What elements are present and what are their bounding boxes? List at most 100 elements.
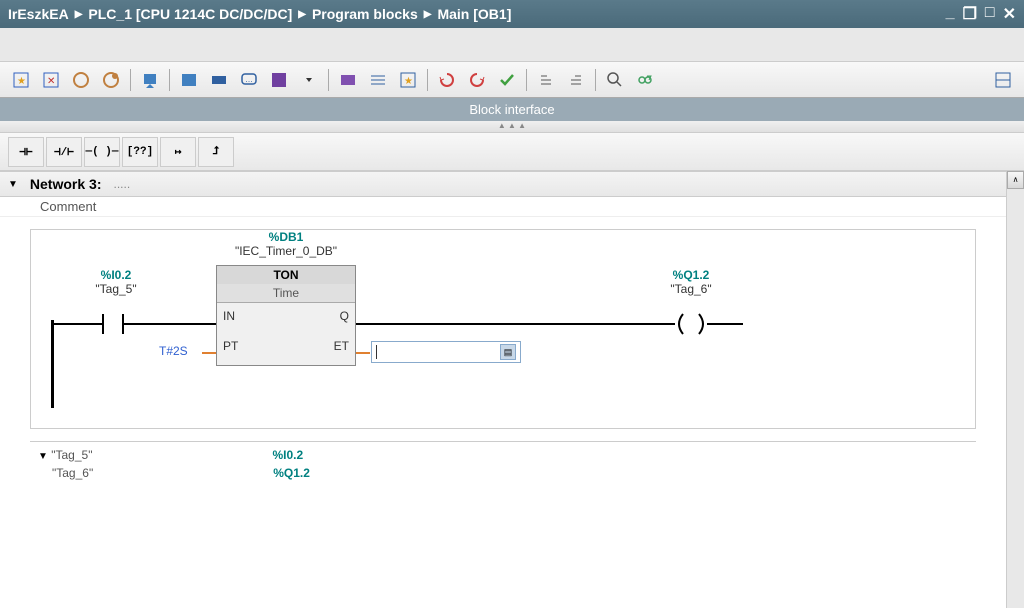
breadcrumb-sep-icon: ▶ xyxy=(75,9,83,20)
collapse-arrow-icon[interactable]: ▼ xyxy=(8,179,18,190)
et-picker-icon[interactable]: ▤ xyxy=(500,344,516,360)
svg-text:…: … xyxy=(245,75,253,84)
monitor-button[interactable] xyxy=(632,67,658,93)
titlebar: IrEszkEA ▶ PLC_1 [CPU 1214C DC/DC/DC] ▶ … xyxy=(0,0,1024,28)
network-title-dots: ..... xyxy=(113,177,130,191)
crossref-addr: %Q1.2 xyxy=(273,466,310,480)
ton-block-type: TON xyxy=(217,266,355,284)
pin-q-label: Q xyxy=(340,309,349,323)
pin-et-label: ET xyxy=(334,339,349,353)
breadcrumb-sep-icon: ▶ xyxy=(298,9,306,20)
split-button[interactable] xyxy=(990,67,1016,93)
et-value-text xyxy=(376,345,377,359)
toolbar-sep xyxy=(427,69,428,91)
check-button[interactable] xyxy=(494,67,520,93)
main-toolbar: ★ ✕ … ★ xyxy=(0,62,1024,98)
toolbar-sep xyxy=(130,69,131,91)
breadcrumb-item[interactable]: Main [OB1] xyxy=(437,6,511,22)
network-header[interactable]: ▼ Network 3: ..... xyxy=(0,171,1006,197)
wire xyxy=(715,323,743,325)
coil-symbol[interactable] xyxy=(665,312,717,342)
breadcrumb[interactable]: IrEszkEA ▶ PLC_1 [CPU 1214C DC/DC/DC] ▶ … xyxy=(8,6,511,22)
breadcrumb-item[interactable]: Program blocks xyxy=(312,6,418,22)
crossref-tag: "Tag_5" xyxy=(51,448,92,462)
ton-block[interactable]: TON Time IN Q PT ET xyxy=(216,265,356,366)
crossref-tag: "Tag_6" xyxy=(52,466,93,480)
outdent-button[interactable] xyxy=(533,67,559,93)
power-rail xyxy=(51,320,54,408)
search-button[interactable] xyxy=(602,67,628,93)
download-button[interactable] xyxy=(137,67,163,93)
comment-button[interactable]: … xyxy=(236,67,262,93)
breadcrumb-item[interactable]: PLC_1 [CPU 1214C DC/DC/DC] xyxy=(88,6,292,22)
empty-box-button[interactable]: [??] xyxy=(122,137,158,167)
minimize-icon[interactable]: _ xyxy=(946,4,955,24)
dropdown-button[interactable] xyxy=(296,67,322,93)
restore-icon[interactable]: ❐ xyxy=(963,4,977,24)
et-value-input[interactable]: ▤ xyxy=(371,341,521,363)
save-button[interactable] xyxy=(176,67,202,93)
toolbar-sep xyxy=(328,69,329,91)
toolbar-sep xyxy=(595,69,596,91)
goto-ref-button[interactable] xyxy=(464,67,490,93)
block-interface-label: Block interface xyxy=(469,102,554,117)
pt-value[interactable]: T#2S xyxy=(159,344,188,358)
toolbar-sep xyxy=(526,69,527,91)
pt-connector xyxy=(202,352,216,354)
ladder-diagram[interactable]: %DB1 "IEC_Timer_0_DB" %I0.2 "Tag_5" %Q1.… xyxy=(30,229,976,429)
db-name: "IEC_Timer_0_DB" xyxy=(206,244,366,258)
contact-address: %I0.2 xyxy=(76,268,156,282)
crossref-row[interactable]: "Tag_6" %Q1.2 xyxy=(30,464,976,482)
toolbar-sep xyxy=(169,69,170,91)
splitter-handle[interactable]: ▲ ▲ ▲ xyxy=(0,121,1024,133)
svg-text:★: ★ xyxy=(404,76,413,87)
print-button[interactable] xyxy=(206,67,232,93)
favorites-button[interactable]: ★ xyxy=(395,67,421,93)
coil-tag-name: "Tag_6" xyxy=(651,282,731,296)
list-button[interactable] xyxy=(365,67,391,93)
normally-open-contact-button[interactable]: ⊣⊢ xyxy=(8,137,44,167)
normally-closed-contact-button[interactable]: ⊣/⊢ xyxy=(46,137,82,167)
open-branch-button[interactable]: ↦ xyxy=(160,137,196,167)
close-branch-button[interactable]: ⮥ xyxy=(198,137,234,167)
update-button[interactable] xyxy=(68,67,94,93)
pin-in-label: IN xyxy=(223,309,235,323)
add-block-button[interactable]: ★ xyxy=(8,67,34,93)
maximize-icon[interactable]: □ xyxy=(985,4,995,24)
ton-block-subtype: Time xyxy=(217,284,355,303)
update-all-button[interactable] xyxy=(98,67,124,93)
expand-arrow-icon[interactable]: ▼ xyxy=(38,451,48,462)
delete-block-button[interactable]: ✕ xyxy=(38,67,64,93)
scroll-up-icon[interactable]: ∧ xyxy=(1007,171,1024,189)
no-contact-symbol[interactable] xyxy=(95,312,133,341)
svg-text:★: ★ xyxy=(17,76,26,87)
editor-content: ▼ Network 3: ..... Comment %DB1 "IEC_Tim… xyxy=(0,171,1006,608)
goto-def-button[interactable] xyxy=(434,67,460,93)
properties-button[interactable] xyxy=(266,67,292,93)
network-comment[interactable]: Comment xyxy=(0,197,1006,217)
wire xyxy=(356,323,668,325)
coil-button[interactable]: —( )— xyxy=(84,137,120,167)
cross-reference: ▼ "Tag_5" %I0.2 "Tag_6" %Q1.2 xyxy=(30,441,976,486)
svg-text:✕: ✕ xyxy=(47,76,55,87)
breadcrumb-sep-icon: ▶ xyxy=(424,9,432,20)
close-icon[interactable]: ✕ xyxy=(1003,4,1016,24)
crossref-addr: %I0.2 xyxy=(272,448,303,462)
vertical-scrollbar[interactable]: ∧ xyxy=(1006,171,1024,608)
window-controls: _ ❐ □ ✕ xyxy=(946,4,1016,24)
breadcrumb-item[interactable]: IrEszkEA xyxy=(8,6,69,22)
wire xyxy=(129,323,216,325)
network-title: Network 3: xyxy=(30,176,102,192)
toolbar-spacer xyxy=(0,28,1024,62)
wire xyxy=(51,323,99,325)
et-connector xyxy=(356,352,370,354)
db-address: %DB1 xyxy=(206,230,366,244)
indent-button[interactable] xyxy=(563,67,589,93)
contact-tag-name: "Tag_5" xyxy=(76,282,156,296)
coil-address: %Q1.2 xyxy=(651,268,731,282)
crossref-row[interactable]: ▼ "Tag_5" %I0.2 xyxy=(30,446,976,464)
block-interface-bar[interactable]: Block interface xyxy=(0,98,1024,121)
ladder-toolbar: ⊣⊢ ⊣/⊢ —( )— [??] ↦ ⮥ xyxy=(0,133,1024,171)
insert-network-button[interactable] xyxy=(335,67,361,93)
pin-pt-label: PT xyxy=(223,339,238,353)
